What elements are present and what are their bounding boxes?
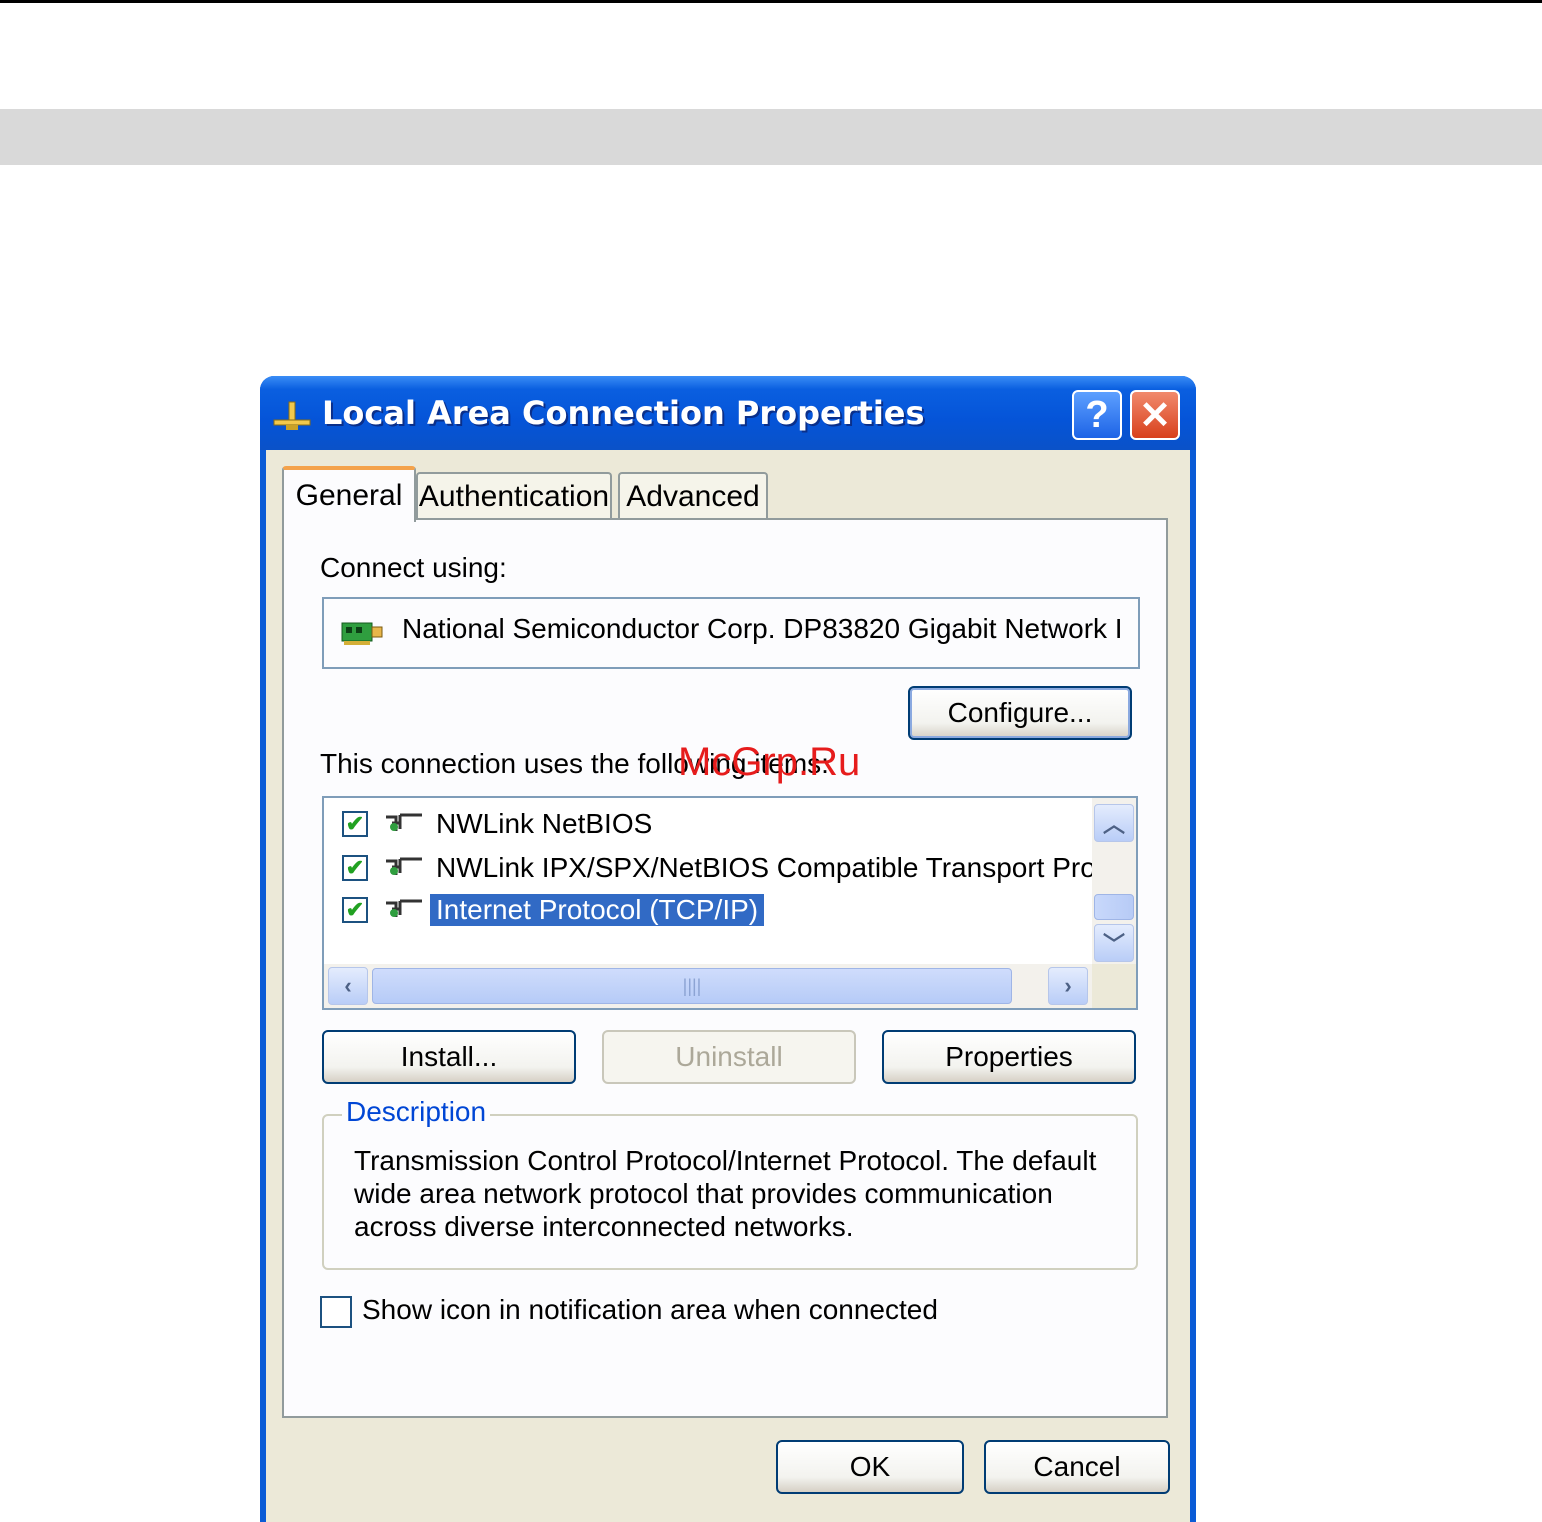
- general-panel: Connect using: National Semiconductor Co…: [282, 518, 1168, 1418]
- close-icon: ✕: [1139, 394, 1171, 437]
- protocol-icon: [386, 899, 422, 917]
- item-label: NWLink IPX/SPX/NetBIOS Compatible Transp…: [436, 852, 1104, 883]
- horizontal-scroll-thumb[interactable]: ||||: [372, 968, 1012, 1004]
- grip-icon: ||||: [682, 975, 702, 996]
- properties-window: Local Area Connection Properties ? ✕ Gen…: [260, 376, 1196, 1522]
- protocol-icon: [386, 857, 422, 875]
- item-checkbox[interactable]: ✔: [342, 811, 368, 837]
- scroll-left-button[interactable]: ‹: [328, 967, 368, 1005]
- item-label: Internet Protocol (TCP/IP): [430, 894, 765, 926]
- tab-authentication[interactable]: Authentication: [416, 472, 612, 520]
- cancel-button[interactable]: Cancel: [984, 1440, 1170, 1494]
- adapter-name: National Semiconductor Corp. DP83820 Gig…: [402, 613, 1123, 644]
- help-button[interactable]: ?: [1072, 390, 1122, 440]
- list-item[interactable]: ✔ NWLink IPX/SPX/NetBIOS Compatible Tran…: [342, 850, 1110, 886]
- chevron-up-icon: ︿: [1102, 812, 1125, 837]
- network-adapter-icon: [341, 622, 383, 645]
- connect-using-label: Connect using:: [320, 552, 507, 583]
- uninstall-button[interactable]: Uninstall: [602, 1030, 856, 1084]
- close-button[interactable]: ✕: [1130, 390, 1180, 440]
- title-bar[interactable]: Local Area Connection Properties ? ✕: [260, 376, 1196, 450]
- horizontal-scrollbar[interactable]: ‹ |||| ›: [324, 964, 1092, 1008]
- chevron-right-icon: ›: [1064, 973, 1072, 998]
- list-item[interactable]: ✔ NWLink NetBIOS: [342, 806, 658, 842]
- list-item[interactable]: ✔ Internet Protocol (TCP/IP): [342, 892, 765, 928]
- properties-button[interactable]: Properties: [882, 1030, 1136, 1084]
- scroll-up-button[interactable]: ︿: [1094, 804, 1134, 842]
- ok-button[interactable]: OK: [776, 1440, 964, 1494]
- network-connection-icon: [273, 401, 311, 430]
- item-checkbox[interactable]: ✔: [342, 897, 368, 923]
- scroll-down-button[interactable]: ﹀: [1094, 924, 1134, 962]
- watermark: McGrp.Ru: [678, 740, 861, 784]
- chevron-left-icon: ‹: [344, 973, 352, 998]
- scroll-right-button[interactable]: ›: [1048, 967, 1088, 1005]
- dialog-client: General Authentication Advanced Connect …: [266, 450, 1190, 1522]
- configure-button[interactable]: Configure...: [908, 686, 1132, 740]
- header-band: [0, 109, 1542, 165]
- description-legend: Description: [342, 1096, 491, 1128]
- item-checkbox[interactable]: ✔: [342, 855, 368, 881]
- scroll-corner: [1092, 964, 1136, 1008]
- adapter-field: National Semiconductor Corp. DP83820 Gig…: [322, 597, 1140, 669]
- tab-general[interactable]: General: [282, 466, 416, 522]
- vertical-scroll-thumb[interactable]: [1094, 894, 1134, 920]
- item-label: NWLink NetBIOS: [436, 808, 653, 839]
- chevron-down-icon: ﹀: [1102, 932, 1125, 957]
- protocol-icon: [386, 813, 422, 831]
- tab-advanced[interactable]: Advanced: [618, 472, 768, 520]
- install-button[interactable]: Install...: [322, 1030, 576, 1084]
- top-rule: [0, 0, 1542, 3]
- show-icon-checkbox[interactable]: [320, 1296, 352, 1328]
- components-list[interactable]: ✔ NWLink NetBIOS ✔ NWLink IPX/SPX/NetBIO…: [322, 796, 1138, 1010]
- vertical-scrollbar[interactable]: ︿ ﹀: [1092, 798, 1136, 964]
- show-icon-label[interactable]: Show icon in notification area when conn…: [362, 1294, 938, 1326]
- window-title: Local Area Connection Properties: [322, 394, 925, 432]
- description-text: Transmission Control Protocol/Internet P…: [354, 1145, 1097, 1242]
- help-icon: ?: [1085, 393, 1109, 436]
